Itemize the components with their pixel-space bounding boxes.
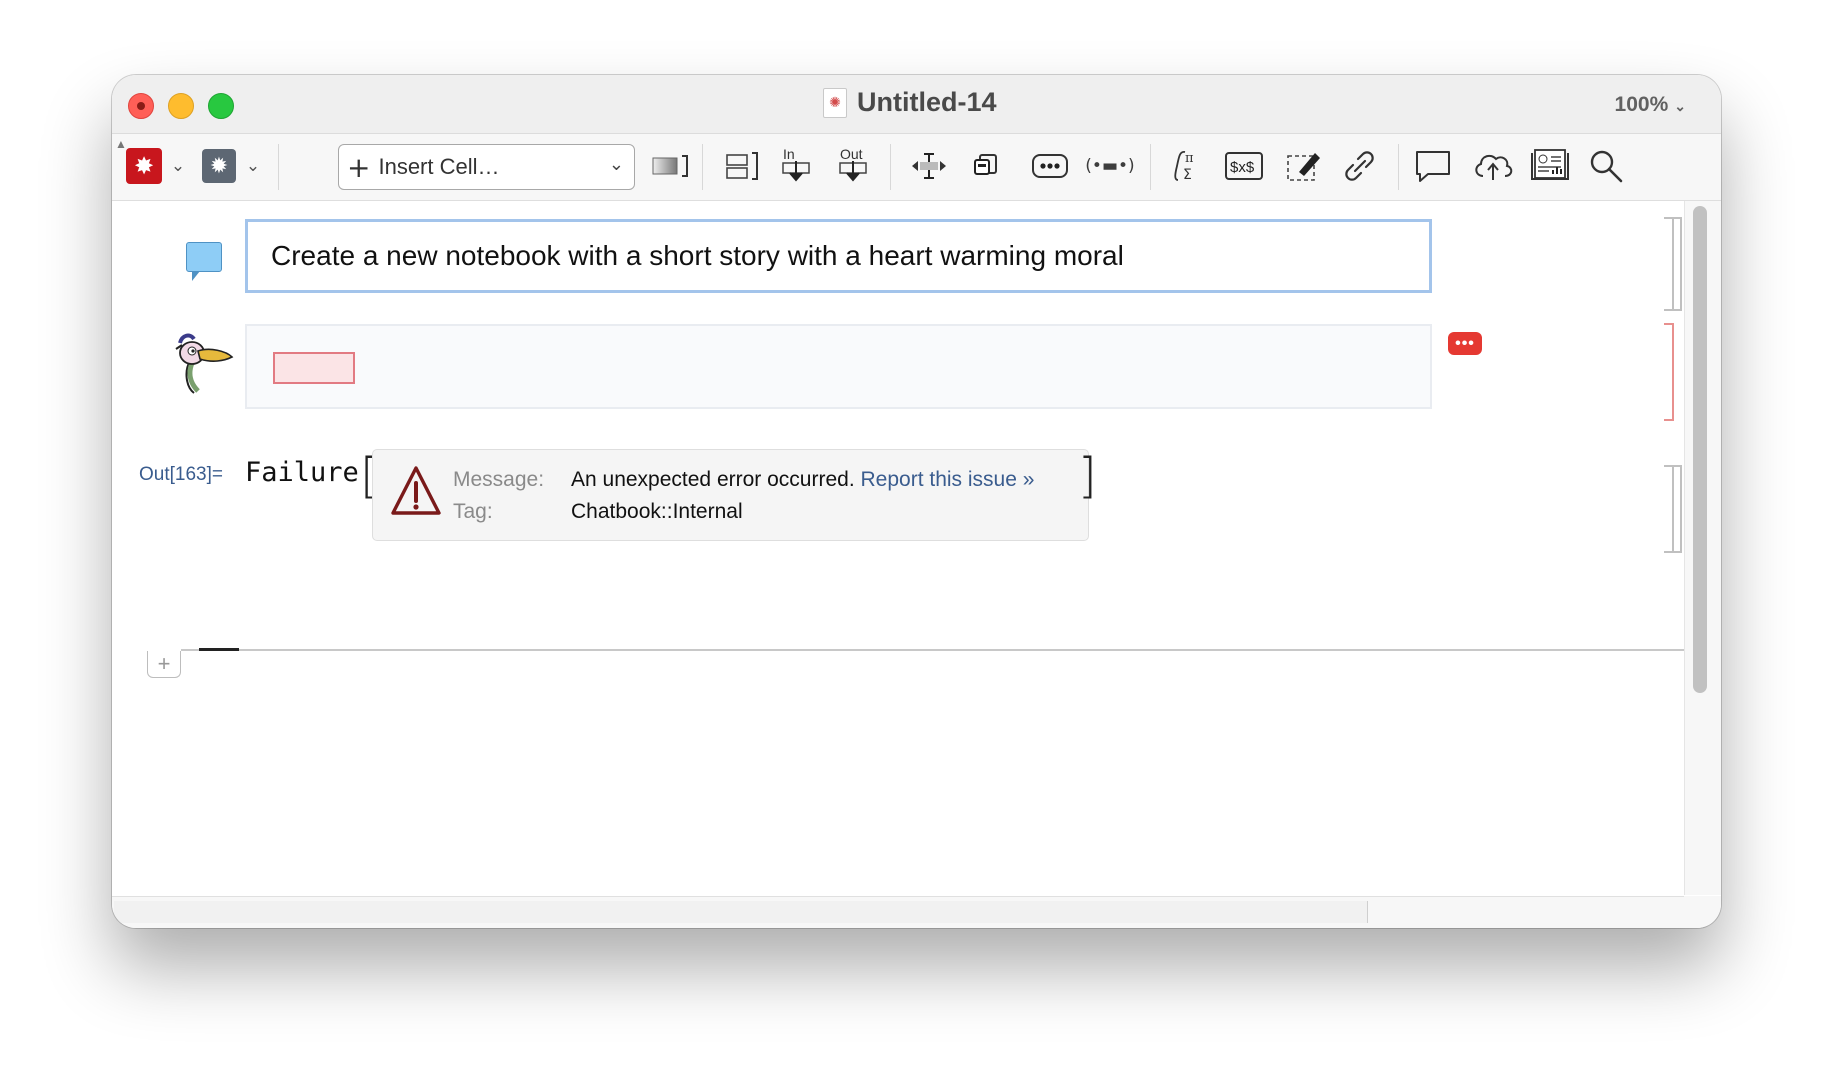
insert-cell-dropdown[interactable]: + Insert Cell… ⌄ (338, 144, 635, 190)
failure-head: Failure (245, 457, 359, 488)
add-cell-button[interactable]: + (147, 651, 181, 678)
tag-key: Tag: (453, 500, 493, 523)
message-text: An unexpected error occurred. (571, 468, 855, 491)
notebook-window: ✺ Untitled-14 100% ⌄ ▲ ✸ ⌄ ✹ ⌄ + Insert C… (112, 75, 1721, 928)
output-cell-button[interactable]: Out (837, 144, 877, 188)
ellipsis-icon (1032, 154, 1068, 178)
error-menu-button[interactable]: ••• (1448, 332, 1482, 355)
out-label: Out (840, 147, 863, 162)
toolbar: ▲ ✸ ⌄ ✹ ⌄ + Insert Cell… ⌄ In Out (•▬•) … (112, 134, 1721, 201)
report-issue-link[interactable]: Report this issue » (861, 468, 1035, 491)
chevron-down-icon: ⌄ (1674, 98, 1686, 114)
output-label: Out[163]= (139, 464, 223, 485)
error-placeholder-box (273, 352, 355, 384)
cell-insertion-cursor (199, 648, 239, 651)
chevron-down-icon: ⌄ (608, 154, 624, 175)
window-title: Untitled-14 (857, 87, 997, 117)
wolfram-red-icon: ✸ (126, 148, 162, 184)
ellipsis-button[interactable] (1029, 144, 1071, 188)
chevron-down-icon[interactable]: ⌄ (168, 144, 188, 188)
copy-icon (974, 154, 997, 175)
inline-math-button[interactable]: $x$ (1222, 144, 1266, 188)
toolbar-separator (278, 144, 279, 190)
wolfram-gray-icon: ✹ (202, 149, 236, 183)
insert-cell-label: Insert Cell… (378, 154, 500, 179)
formula-icon: πΣ (1174, 151, 1194, 183)
in-label: In (783, 147, 795, 162)
zoom-label: 100% (1614, 93, 1669, 116)
warning-icon (391, 466, 441, 515)
output-cell-bracket[interactable] (1664, 323, 1674, 421)
cell-group-bracket[interactable] (1672, 217, 1682, 311)
vertical-scrollbar-thumb[interactable] (1693, 206, 1707, 693)
input-cell-button[interactable]: In (780, 144, 820, 188)
group-bracket[interactable] (1672, 465, 1682, 553)
tag-icon: (•▬•) (1085, 156, 1135, 176)
toolbar-separator (1398, 144, 1399, 190)
frame-icon (652, 155, 688, 177)
comment-button[interactable] (1413, 144, 1453, 188)
link-icon (1345, 151, 1374, 181)
wolfram-gray-button[interactable]: ✹ (201, 144, 237, 188)
cloud-upload-icon (1475, 154, 1513, 180)
inline-math-label: $x$ (1230, 159, 1255, 176)
inline-math-icon: $x$ (1225, 152, 1263, 180)
chat-output-cell (245, 324, 1432, 409)
tag-button[interactable]: (•▬•) (1084, 144, 1136, 188)
horizontal-scrollbar-thumb[interactable] (114, 901, 1368, 923)
document-icon: ✺ (823, 88, 847, 118)
search-icon (1590, 150, 1623, 183)
svg-text:Σ: Σ (1183, 167, 1192, 183)
split-cell-button[interactable] (722, 144, 762, 188)
chat-input-cell[interactable]: Create a new notebook with a short story… (245, 219, 1432, 293)
notebook-content: Create a new notebook with a short story… (112, 201, 1721, 896)
search-button[interactable] (1586, 144, 1626, 188)
failure-panel: Message: An unexpected error occurred. R… (372, 449, 1089, 541)
chat-input-text: Create a new notebook with a short story… (271, 240, 1124, 271)
edit-button[interactable] (1284, 144, 1324, 188)
notebook-button[interactable] (1528, 144, 1572, 188)
chevron-down-icon[interactable]: ⌄ (243, 144, 263, 188)
close-window-button[interactable] (128, 93, 154, 119)
resize-icon (912, 153, 946, 179)
output-cell-icon: Out (839, 147, 867, 182)
resize-button[interactable] (907, 144, 951, 188)
title-bar: ✺ Untitled-14 100% ⌄ (112, 75, 1721, 134)
message-key: Message: (453, 468, 545, 491)
comment-icon (1416, 151, 1450, 182)
assistant-avatar-icon (175, 333, 234, 394)
toolbar-separator (1150, 144, 1151, 190)
message-value: An unexpected error occurred. Report thi… (571, 468, 1034, 492)
wolfram-red-button[interactable]: ✸ (126, 144, 162, 188)
horizontal-scrollbar[interactable] (112, 896, 1684, 928)
edit-icon (1287, 153, 1320, 181)
toolbar-separator (890, 144, 891, 190)
cell-insertion-line (181, 649, 1721, 651)
chat-input-icon (186, 242, 222, 281)
scrollbar-corner (1684, 896, 1721, 928)
copy-button[interactable] (968, 144, 1004, 188)
maximize-window-button[interactable] (208, 93, 234, 119)
frame-button[interactable] (651, 144, 691, 188)
zoom-selector[interactable]: 100% ⌄ (1615, 93, 1686, 117)
tag-value: Chatbook::Internal (571, 500, 743, 523)
vertical-scrollbar[interactable] (1684, 201, 1721, 895)
split-cell-icon (726, 152, 758, 180)
minimize-window-button[interactable] (168, 93, 194, 119)
link-button[interactable] (1340, 144, 1380, 188)
cloud-upload-button[interactable] (1471, 144, 1515, 188)
right-bracket: ] (1078, 448, 1097, 504)
plus-icon: + (347, 150, 371, 184)
svg-text:π: π (1185, 151, 1194, 166)
notebook-icon (1531, 149, 1569, 180)
formula-button[interactable]: πΣ (1166, 144, 1206, 188)
toolbar-separator (702, 144, 703, 190)
input-cell-icon: In (782, 147, 810, 182)
